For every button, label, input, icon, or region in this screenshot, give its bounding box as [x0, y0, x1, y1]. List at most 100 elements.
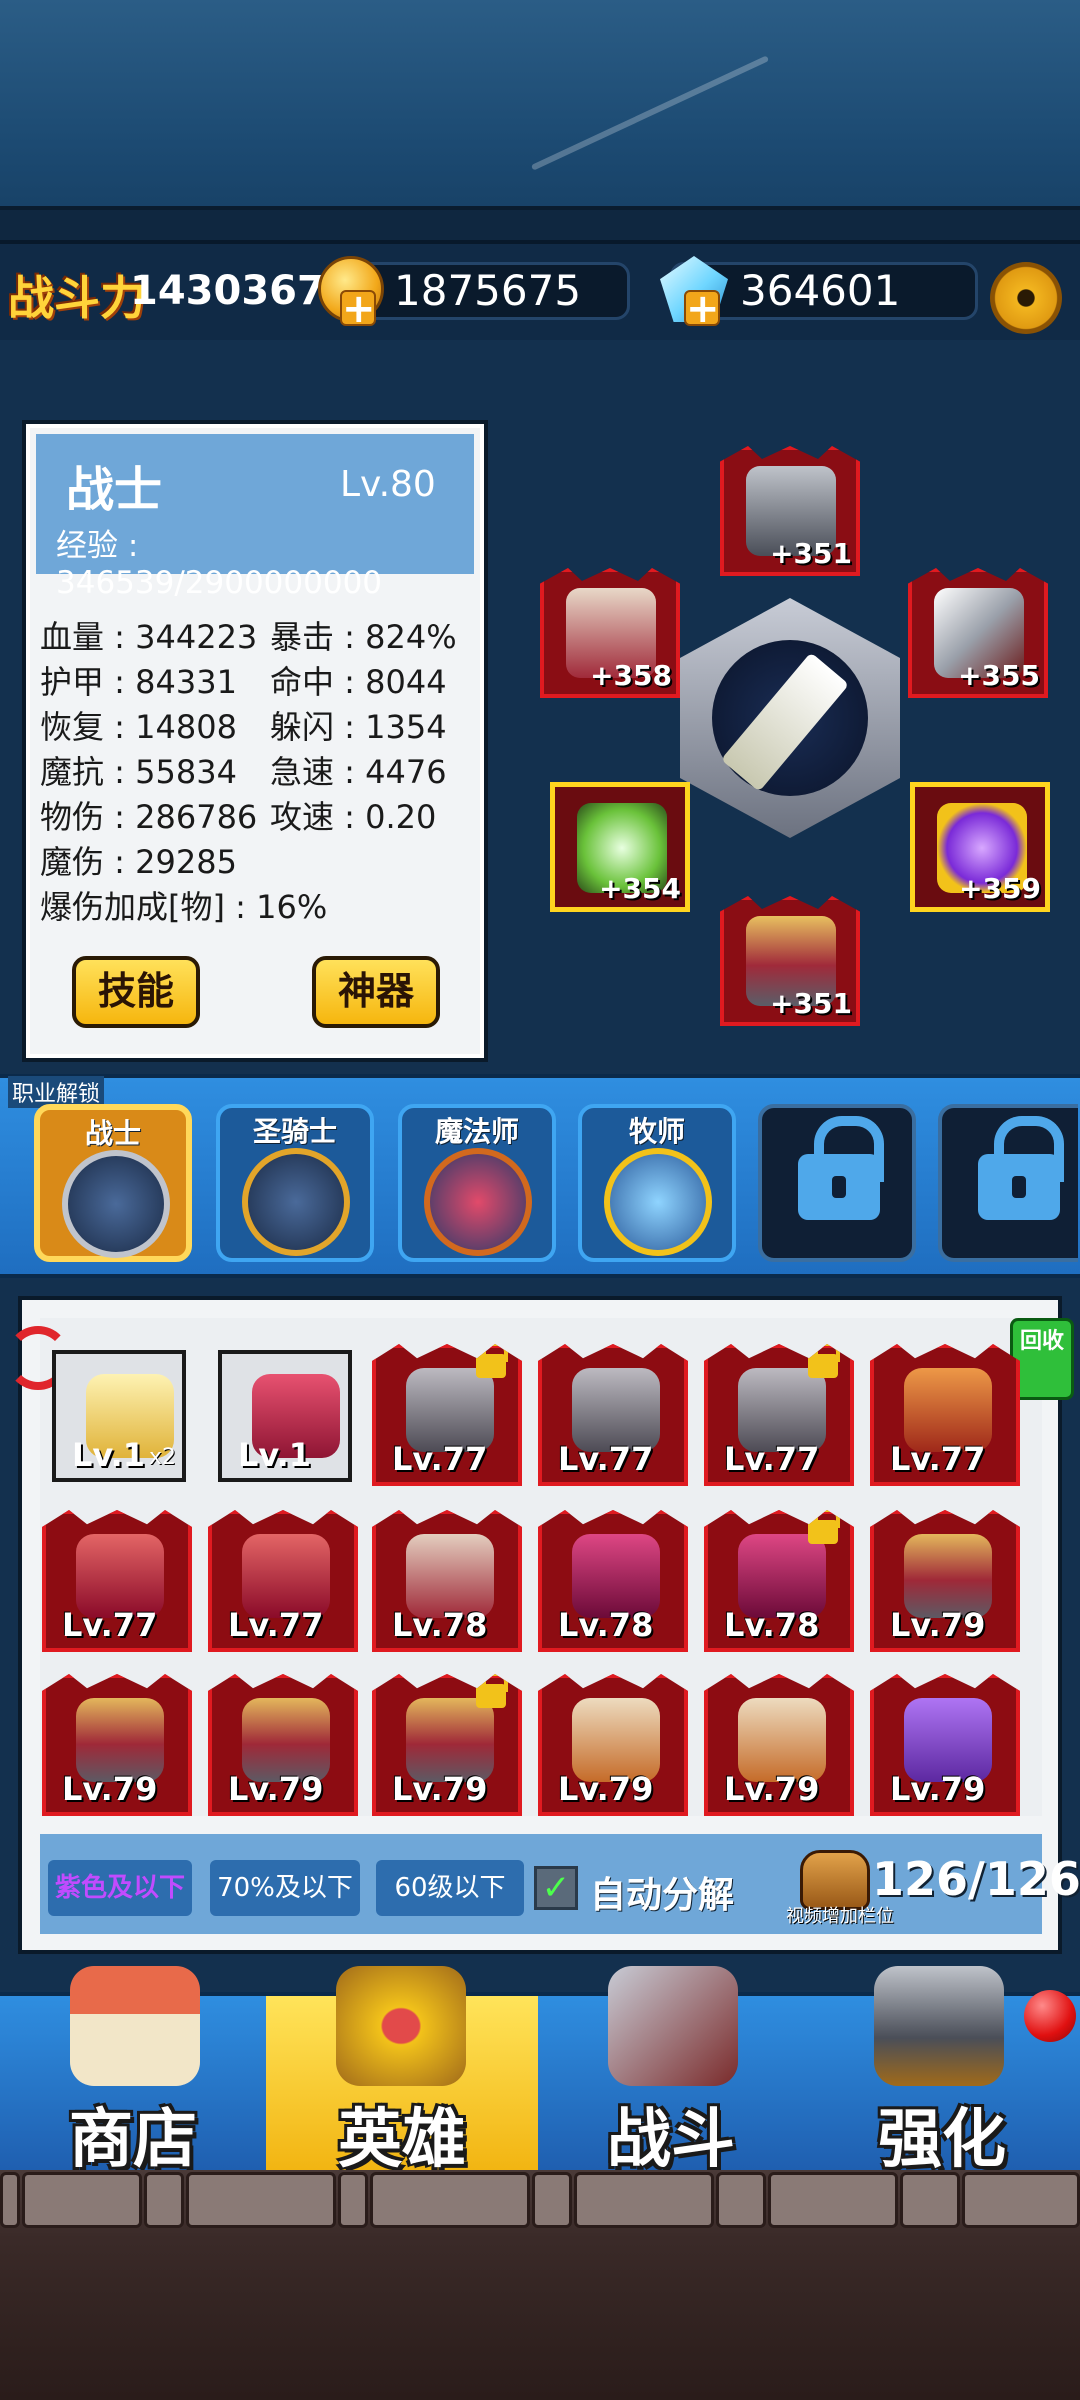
ground-brick [900, 2172, 960, 2228]
stat-crit: 暴击 : 824% [270, 618, 457, 656]
ground-brick [370, 2172, 530, 2228]
ground-brick [22, 2172, 142, 2228]
inventory-item[interactable]: Lv.1 x2 [52, 1350, 186, 1482]
inventory-item[interactable]: Lv.79 [870, 1510, 1020, 1652]
nav-hero[interactable]: 英雄 [266, 1966, 538, 2177]
class-tab-paladin[interactable]: 圣骑士 [216, 1104, 374, 1262]
sky-streak [530, 55, 770, 171]
nav-label: 战斗 [607, 2103, 735, 2177]
inventory-item[interactable]: Lv.79 [704, 1674, 854, 1816]
inventory-item[interactable]: Lv.79 [538, 1674, 688, 1816]
item-level: Lv.79 [62, 1770, 158, 1808]
inventory-item[interactable]: Lv.77 [208, 1510, 358, 1652]
class-tab-locked-2[interactable] [938, 1104, 1078, 1262]
item-level: Lv.77 [890, 1440, 986, 1478]
equip-level: +358 [590, 659, 672, 692]
stat-hp: 血量 : 344223 [40, 618, 258, 656]
skill-button[interactable]: 技能 [72, 956, 200, 1028]
ground-brick [768, 2172, 898, 2228]
sky-edge [0, 206, 1080, 240]
hero-stat-panel: 战士 Lv.80 经验 : 346539/2900000000 血量 : 344… [26, 424, 484, 1058]
inventory-item[interactable]: Lv.79 [870, 1674, 1020, 1816]
item-lock-icon [808, 1510, 840, 1544]
artifact-button[interactable]: 神器 [312, 956, 440, 1028]
mage-staff-icon [424, 1148, 532, 1256]
inventory-item[interactable]: Lv.77 [704, 1344, 854, 1486]
class-tab-priest[interactable]: 牧师 [578, 1104, 736, 1262]
anvil-hammer-icon [874, 1966, 1004, 2086]
item-level: Lv.78 [392, 1606, 488, 1644]
filter-level-60[interactable]: 60级以下 [376, 1860, 524, 1916]
bag-video-hint: 视频增加栏位 [786, 1906, 894, 1927]
inventory-item[interactable]: Lv.77 [870, 1344, 1020, 1486]
item-level: Lv.77 [724, 1440, 820, 1478]
sky-background [0, 0, 1080, 240]
ground-brick [338, 2172, 368, 2228]
notification-dot [1024, 1990, 1076, 2042]
hero-header: 战士 Lv.80 经验 : 346539/2900000000 [36, 434, 474, 601]
nav-shop[interactable]: 商店 [0, 1966, 266, 2177]
item-level: Lv.78 [724, 1606, 820, 1644]
inventory-item[interactable]: Lv.78 [704, 1510, 854, 1652]
item-level: Lv.77 [392, 1440, 488, 1478]
filter-purple-and-below[interactable]: 紫色及以下 [48, 1860, 192, 1916]
ground-brick [0, 2172, 20, 2228]
auto-decompose-checkbox[interactable]: ✓ [534, 1866, 578, 1910]
filter-70-percent[interactable]: 70%及以下 [210, 1860, 360, 1916]
hero-level: Lv.80 [340, 464, 436, 505]
nav-battle[interactable]: 战斗 [538, 1966, 804, 2177]
inventory-item[interactable]: Lv.78 [538, 1510, 688, 1652]
stat-phys-dmg: 物伤 : 286786 [40, 798, 258, 836]
equip-slot-offhand[interactable]: +354 [550, 782, 690, 912]
stat-attack-speed: 攻速 : 0.20 [270, 798, 437, 836]
warrior-sword-icon [62, 1150, 170, 1258]
lock-icon [978, 1116, 1064, 1220]
stat-magic-dmg: 魔伤 : 29285 [40, 843, 237, 881]
inventory-item[interactable]: Lv.77 [538, 1344, 688, 1486]
priest-wings-icon [604, 1148, 712, 1256]
add-gold-button[interactable]: + [340, 289, 376, 329]
nav-label: 商店 [69, 2103, 197, 2177]
equip-slot-boots[interactable]: +351 [720, 896, 860, 1026]
ground-brick [144, 2172, 184, 2228]
item-level: Lv.1 [238, 1436, 312, 1474]
equip-slot-helmet[interactable]: +351 [720, 446, 860, 576]
equip-level: +351 [770, 987, 852, 1020]
ground-brick [962, 2172, 1080, 2228]
nav-label: 强化 [878, 2103, 1006, 2177]
stat-armor: 护甲 : 84331 [40, 663, 237, 701]
equip-slot-weapon[interactable]: +355 [908, 568, 1048, 698]
inventory-item[interactable]: Lv.77 [372, 1344, 522, 1486]
inventory-item[interactable]: Lv.1 [218, 1350, 352, 1482]
inventory-item[interactable]: Lv.79 [372, 1674, 522, 1816]
shop-house-icon [70, 1966, 200, 2086]
stat-regen: 恢复 : 14808 [40, 708, 237, 746]
crossed-swords-icon [608, 1966, 738, 2086]
game-screen: 战斗力 14303670 + 1875675 + 364601 战士 Lv.80… [0, 0, 1080, 2400]
power-label: 战斗力 [8, 271, 146, 325]
inventory-item[interactable]: Lv.77 [42, 1510, 192, 1652]
add-gem-button[interactable]: + [684, 289, 720, 329]
item-level: Lv.77 [62, 1606, 158, 1644]
item-lock-icon [808, 1344, 840, 1378]
settings-gear-icon[interactable] [984, 256, 1068, 340]
item-lock-icon [476, 1674, 508, 1708]
inventory-item[interactable]: Lv.79 [208, 1674, 358, 1816]
equip-slot-shoulder[interactable]: +358 [540, 568, 680, 698]
class-tab-label: 牧师 [628, 1115, 685, 1148]
class-tab-warrior[interactable]: 战士 [34, 1104, 192, 1262]
nav-label: 英雄 [338, 2103, 466, 2177]
hero-class-name: 战士 [66, 462, 163, 518]
class-tab-mage[interactable]: 魔法师 [398, 1104, 556, 1262]
class-tab-label: 战士 [84, 1117, 141, 1150]
class-tab-locked-1[interactable] [758, 1104, 916, 1262]
inventory-item[interactable]: Lv.78 [372, 1510, 522, 1652]
equip-slot-ring[interactable]: +359 [910, 782, 1050, 912]
stat-crit-damage: 爆伤加成[物] : 16% [40, 888, 328, 926]
class-tab-label: 魔法师 [434, 1115, 519, 1148]
inventory-item[interactable]: Lv.79 [42, 1674, 192, 1816]
equip-level: +359 [959, 872, 1041, 905]
equip-level: +355 [958, 659, 1040, 692]
item-level: Lv.79 [558, 1770, 654, 1808]
backpack-icon[interactable] [800, 1850, 870, 1910]
